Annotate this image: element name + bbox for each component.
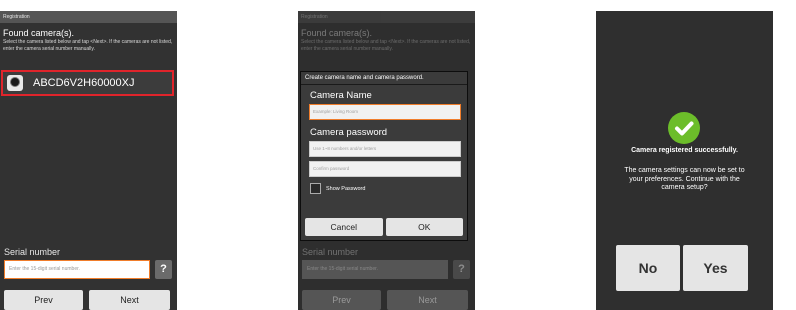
instructions: Select the camera listed below and tap <…	[3, 39, 173, 52]
camera-name-heading: Camera Name	[310, 90, 372, 101]
camera-setup-dialog: Create camera name and camera password. …	[300, 71, 468, 241]
camera-icon	[7, 75, 23, 91]
checkmark-icon	[668, 112, 700, 144]
show-password-label: Show Password	[326, 185, 366, 192]
show-password-checkbox[interactable]	[310, 183, 321, 194]
prev-button[interactable]: Prev	[302, 290, 381, 310]
registration-screen: Registration Found camera(s). Select the…	[0, 11, 177, 310]
title-bar: Registration	[0, 11, 177, 23]
cancel-button[interactable]: Cancel	[305, 218, 383, 236]
camera-password-heading: Camera password	[310, 127, 388, 138]
dialog-buttons: Cancel OK	[305, 218, 463, 236]
yes-button[interactable]: Yes	[683, 245, 748, 291]
found-heading: Found camera(s).	[301, 28, 373, 38]
no-button[interactable]: No	[616, 245, 680, 291]
serial-number-label: Serial number	[302, 247, 359, 257]
show-password-row[interactable]: Show Password	[310, 183, 467, 194]
next-button[interactable]: Next	[387, 290, 468, 310]
confirm-password-input[interactable]: Confirm password	[309, 161, 461, 177]
serial-number-input[interactable]: Enter the 15-digit serial number.	[4, 260, 150, 279]
create-camera-screen: Registration Found camera(s). Select the…	[298, 11, 475, 310]
checkmark-glyph	[675, 121, 694, 136]
title-bar: Registration	[298, 11, 475, 23]
ok-button[interactable]: OK	[385, 218, 463, 236]
success-title: Camera registered successfully.	[631, 147, 738, 154]
help-button[interactable]: ?	[453, 260, 470, 279]
help-button[interactable]: ?	[155, 260, 172, 279]
camera-id: ABCD6V2H60000XJ	[33, 77, 135, 89]
camera-list-item[interactable]: ABCD6V2H60000XJ	[1, 70, 174, 96]
camera-name-input[interactable]: Example: Living Room	[309, 104, 461, 120]
serial-number-label: Serial number	[4, 247, 61, 257]
success-message: The camera settings can now be set to yo…	[624, 167, 745, 191]
serial-number-input[interactable]: Enter the 15-digit serial number.	[302, 260, 448, 279]
dialog-title: Create camera name and camera password.	[301, 72, 467, 85]
found-heading: Found camera(s).	[3, 28, 75, 38]
camera-password-input[interactable]: Use 1~8 numbers and/or letters	[309, 141, 461, 157]
registration-success-screen: Camera registered successfully. The came…	[596, 11, 773, 310]
instructions: Select the camera listed below and tap <…	[301, 39, 471, 52]
next-button[interactable]: Next	[89, 290, 170, 310]
prev-button[interactable]: Prev	[4, 290, 83, 310]
